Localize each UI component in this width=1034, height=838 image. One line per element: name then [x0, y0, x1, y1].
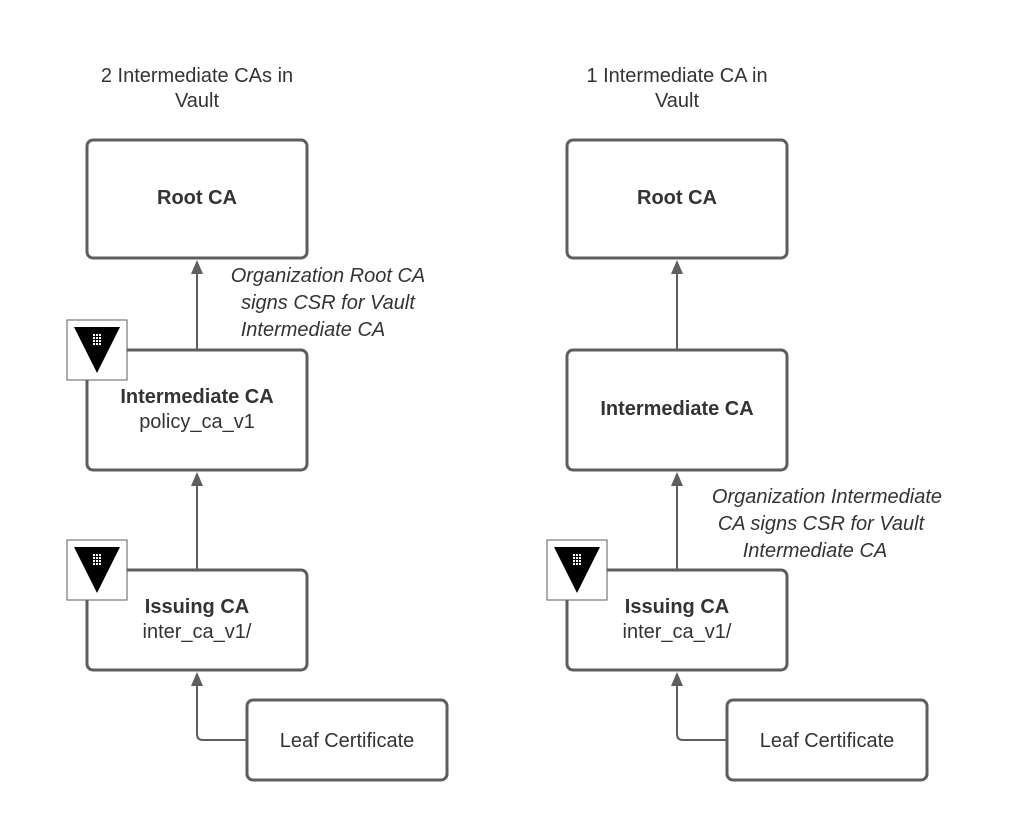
right-title-line2: Vault [655, 90, 700, 112]
left-annotation-line2: signs CSR for Vault [241, 292, 416, 314]
left-title-line1: 2 Intermediate CAs in [101, 65, 293, 87]
left-issuing-subtitle: inter_ca_v1/ [143, 621, 252, 643]
left-intermediate-title: Intermediate CA [120, 386, 273, 408]
arrowhead-icon [191, 260, 203, 274]
left-arrow-leaf-to-issuing [196, 684, 247, 741]
right-annotation-line2: CA signs CSR for Vault [718, 513, 926, 535]
left-root-ca-label: Root CA [157, 187, 237, 209]
left-title-line2: Vault [175, 90, 220, 112]
right-title-line1: 1 Intermediate CA in [586, 65, 767, 87]
right-annotation-line3: Intermediate CA [743, 540, 888, 562]
ca-hierarchy-diagram: 2 Intermediate CAs in Vault Root CA Orga… [66, 65, 942, 782]
right-issuing-title: Issuing CA [625, 596, 729, 618]
right-leaf-label: Leaf Certificate [760, 730, 895, 752]
left-diagram: 2 Intermediate CAs in Vault Root CA Orga… [66, 65, 449, 782]
right-root-ca-label: Root CA [637, 187, 717, 209]
left-leaf-label: Leaf Certificate [280, 730, 415, 752]
left-annotation-line1: Organization Root CA [231, 265, 426, 287]
arrowhead-icon [671, 472, 683, 486]
right-arrow-leaf-to-issuing [676, 684, 727, 741]
right-annotation-line1: Organization Intermediate [712, 486, 942, 508]
left-annotation-line3: Intermediate CA [241, 319, 386, 341]
vault-logo-icon [546, 539, 608, 601]
right-issuing-subtitle: inter_ca_v1/ [623, 621, 732, 643]
left-intermediate-subtitle: policy_ca_v1 [139, 411, 255, 433]
arrowhead-icon [671, 260, 683, 274]
arrowhead-icon [191, 672, 203, 686]
vault-logo-icon [66, 319, 128, 381]
vault-logo-icon [66, 539, 128, 601]
right-diagram: 1 Intermediate CA in Vault Root CA Inter… [546, 65, 942, 782]
arrowhead-icon [191, 472, 203, 486]
right-intermediate-title: Intermediate CA [600, 398, 753, 420]
arrowhead-icon [671, 672, 683, 686]
left-issuing-title: Issuing CA [145, 596, 249, 618]
